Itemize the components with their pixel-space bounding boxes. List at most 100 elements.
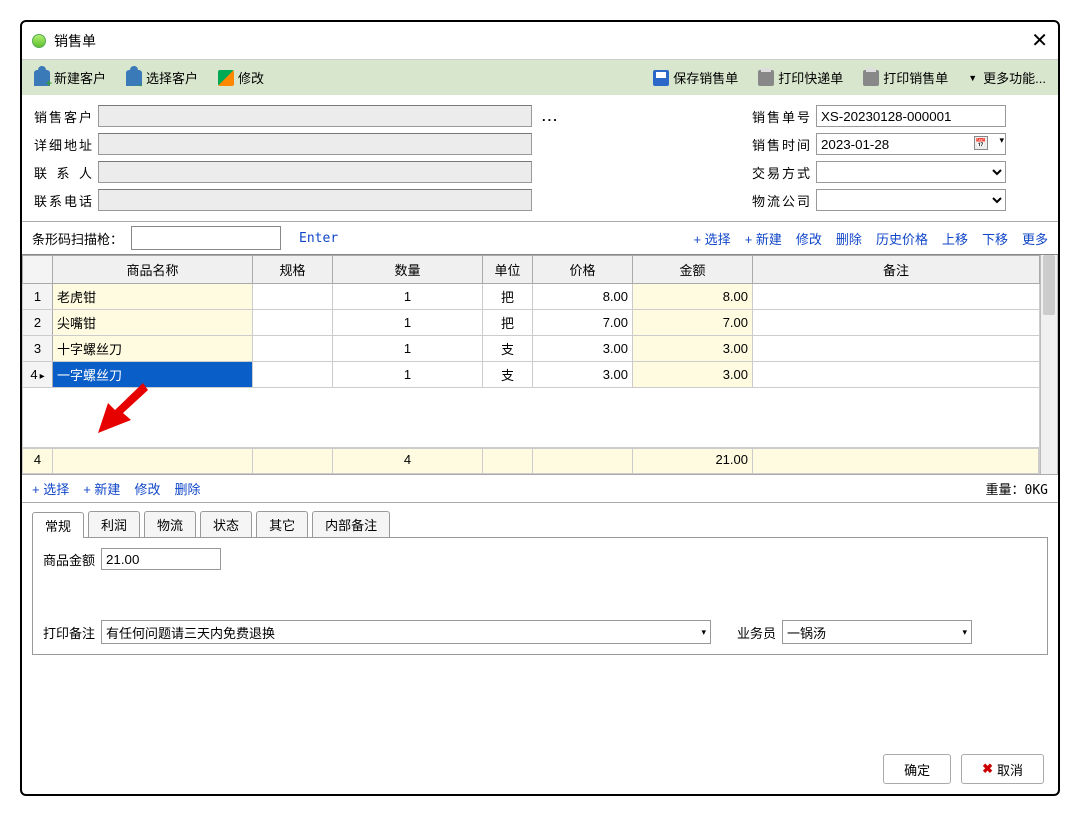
phone-input[interactable]: [98, 189, 532, 211]
table-row[interactable]: 1老虎钳1把8.008.00: [23, 284, 1040, 310]
cell-unit[interactable]: 支: [483, 362, 533, 388]
cell-remark[interactable]: [753, 336, 1040, 362]
cell-qty[interactable]: 1: [333, 284, 483, 310]
vertical-scrollbar[interactable]: [1040, 255, 1058, 474]
cell-qty[interactable]: 1: [333, 310, 483, 336]
sale-time-label: 销售时间: [752, 135, 810, 154]
cell-qty[interactable]: 1: [333, 336, 483, 362]
table-row[interactable]: 4一字螺丝刀1支3.003.00: [23, 362, 1040, 388]
cell-amount[interactable]: 3.00: [633, 362, 753, 388]
modify-label: 修改: [238, 68, 264, 87]
person-plus-icon: [34, 70, 50, 86]
grid-new-button[interactable]: + 新建: [745, 229, 782, 248]
modify-button[interactable]: 修改: [214, 66, 268, 89]
items-grid[interactable]: 商品名称 规格 数量 单位 价格 金额 备注 1老虎钳1把8.008.002尖嘴…: [22, 255, 1040, 474]
col-spec[interactable]: 规格: [253, 256, 333, 284]
cell-name[interactable]: 十字螺丝刀: [53, 336, 253, 362]
cell-amount[interactable]: 7.00: [633, 310, 753, 336]
calendar-icon[interactable]: 📅: [974, 136, 988, 150]
cell-spec[interactable]: [253, 310, 333, 336]
grid-delete-button[interactable]: 删除: [836, 229, 862, 248]
titlebar: 销售单 ✕: [22, 22, 1058, 60]
tab-other[interactable]: 其它: [256, 511, 308, 537]
cell-spec[interactable]: [253, 284, 333, 310]
detail-tabs: 常规 利润 物流 状态 其它 内部备注 商品金额 打印备注 有任何问题请三天内免…: [22, 503, 1058, 663]
more-functions-button[interactable]: ▼ 更多功能...: [964, 66, 1050, 89]
cell-price[interactable]: 3.00: [533, 336, 633, 362]
grid-modify-button[interactable]: 修改: [796, 229, 822, 248]
print-order-button[interactable]: 打印销售单: [859, 66, 952, 89]
trade-type-select[interactable]: [816, 161, 1006, 183]
col-remark[interactable]: 备注: [753, 256, 1040, 284]
cell-remark[interactable]: [753, 310, 1040, 336]
cell-name[interactable]: 尖嘴钳: [53, 310, 253, 336]
col-name[interactable]: 商品名称: [53, 256, 253, 284]
tab-status[interactable]: 状态: [200, 511, 252, 537]
cell-unit[interactable]: 把: [483, 284, 533, 310]
total-count: 4: [23, 449, 53, 473]
cell-price[interactable]: 8.00: [533, 284, 633, 310]
cell-amount[interactable]: 3.00: [633, 336, 753, 362]
customer-lookup-button[interactable]: ...: [538, 109, 563, 124]
logistics-select[interactable]: [816, 189, 1006, 211]
new-customer-button[interactable]: 新建客户: [30, 66, 110, 89]
order-no-input: [816, 105, 1006, 127]
cell-spec[interactable]: [253, 336, 333, 362]
table-row[interactable]: 3十字螺丝刀1支3.003.00: [23, 336, 1040, 362]
close-icon: ✖: [982, 761, 993, 777]
chevron-down-icon[interactable]: ▾: [999, 135, 1004, 146]
logistics-label: 物流公司: [752, 191, 810, 210]
grid-history-button[interactable]: 历史价格: [876, 229, 928, 248]
grid-bottom-bar: + 选择 + 新建 修改 删除 重量：0KG: [22, 474, 1058, 503]
salesperson-combo[interactable]: 一锅汤 ▾: [782, 620, 972, 644]
cell-spec[interactable]: [253, 362, 333, 388]
total-qty: 4: [333, 449, 483, 473]
cell-name[interactable]: 老虎钳: [53, 284, 253, 310]
address-label: 详细地址: [34, 135, 92, 154]
tab-profit[interactable]: 利润: [88, 511, 140, 537]
print-express-button[interactable]: 打印快递单: [754, 66, 847, 89]
col-unit[interactable]: 单位: [483, 256, 533, 284]
bottom-select-button[interactable]: + 选择: [32, 479, 69, 498]
customer-input[interactable]: [98, 105, 532, 127]
col-qty[interactable]: 数量: [333, 256, 483, 284]
grid-select-button[interactable]: + 选择: [693, 229, 730, 248]
print-remark-combo[interactable]: 有任何问题请三天内免费退换 ▾: [101, 620, 711, 644]
cell-unit[interactable]: 支: [483, 336, 533, 362]
bottom-modify-button[interactable]: 修改: [134, 479, 160, 498]
address-input[interactable]: [98, 133, 532, 155]
col-price[interactable]: 价格: [533, 256, 633, 284]
cell-amount[interactable]: 8.00: [633, 284, 753, 310]
cell-qty[interactable]: 1: [333, 362, 483, 388]
ok-button[interactable]: 确定: [883, 754, 951, 784]
grid-movedown-button[interactable]: 下移: [982, 229, 1008, 248]
bottom-delete-button[interactable]: 删除: [174, 479, 200, 498]
col-amount[interactable]: 金额: [633, 256, 753, 284]
print-express-label: 打印快递单: [778, 68, 843, 87]
save-order-button[interactable]: 保存销售单: [649, 66, 742, 89]
close-icon[interactable]: ✕: [1031, 28, 1048, 53]
grid-more-button[interactable]: 更多: [1022, 229, 1048, 248]
tab-internal-remark[interactable]: 内部备注: [312, 511, 390, 537]
cell-unit[interactable]: 把: [483, 310, 533, 336]
cell-remark[interactable]: [753, 284, 1040, 310]
tab-general-content: 商品金额 打印备注 有任何问题请三天内免费退换 ▾ 业务员 一锅汤 ▾: [32, 538, 1048, 655]
grid-moveup-button[interactable]: 上移: [942, 229, 968, 248]
weight-display: 重量：0KG: [986, 479, 1049, 498]
tab-logistics[interactable]: 物流: [144, 511, 196, 537]
new-customer-label: 新建客户: [54, 68, 106, 87]
bottom-new-button[interactable]: + 新建: [83, 479, 120, 498]
cell-price[interactable]: 7.00: [533, 310, 633, 336]
barcode-bar: 条形码扫描枪： Enter + 选择 + 新建 修改 删除 历史价格 上移 下移…: [22, 221, 1058, 254]
barcode-input[interactable]: [131, 226, 281, 250]
cell-price[interactable]: 3.00: [533, 362, 633, 388]
contact-input[interactable]: [98, 161, 532, 183]
chevron-down-icon: ▼: [968, 73, 977, 83]
select-customer-button[interactable]: 选择客户: [122, 66, 202, 89]
product-amount-input[interactable]: [101, 548, 221, 570]
table-row[interactable]: 2尖嘴钳1把7.007.00: [23, 310, 1040, 336]
cancel-button[interactable]: ✖取消: [961, 754, 1044, 784]
cell-remark[interactable]: [753, 362, 1040, 388]
items-grid-wrap: 商品名称 规格 数量 单位 价格 金额 备注 1老虎钳1把8.008.002尖嘴…: [22, 254, 1058, 474]
tab-general[interactable]: 常规: [32, 512, 84, 538]
